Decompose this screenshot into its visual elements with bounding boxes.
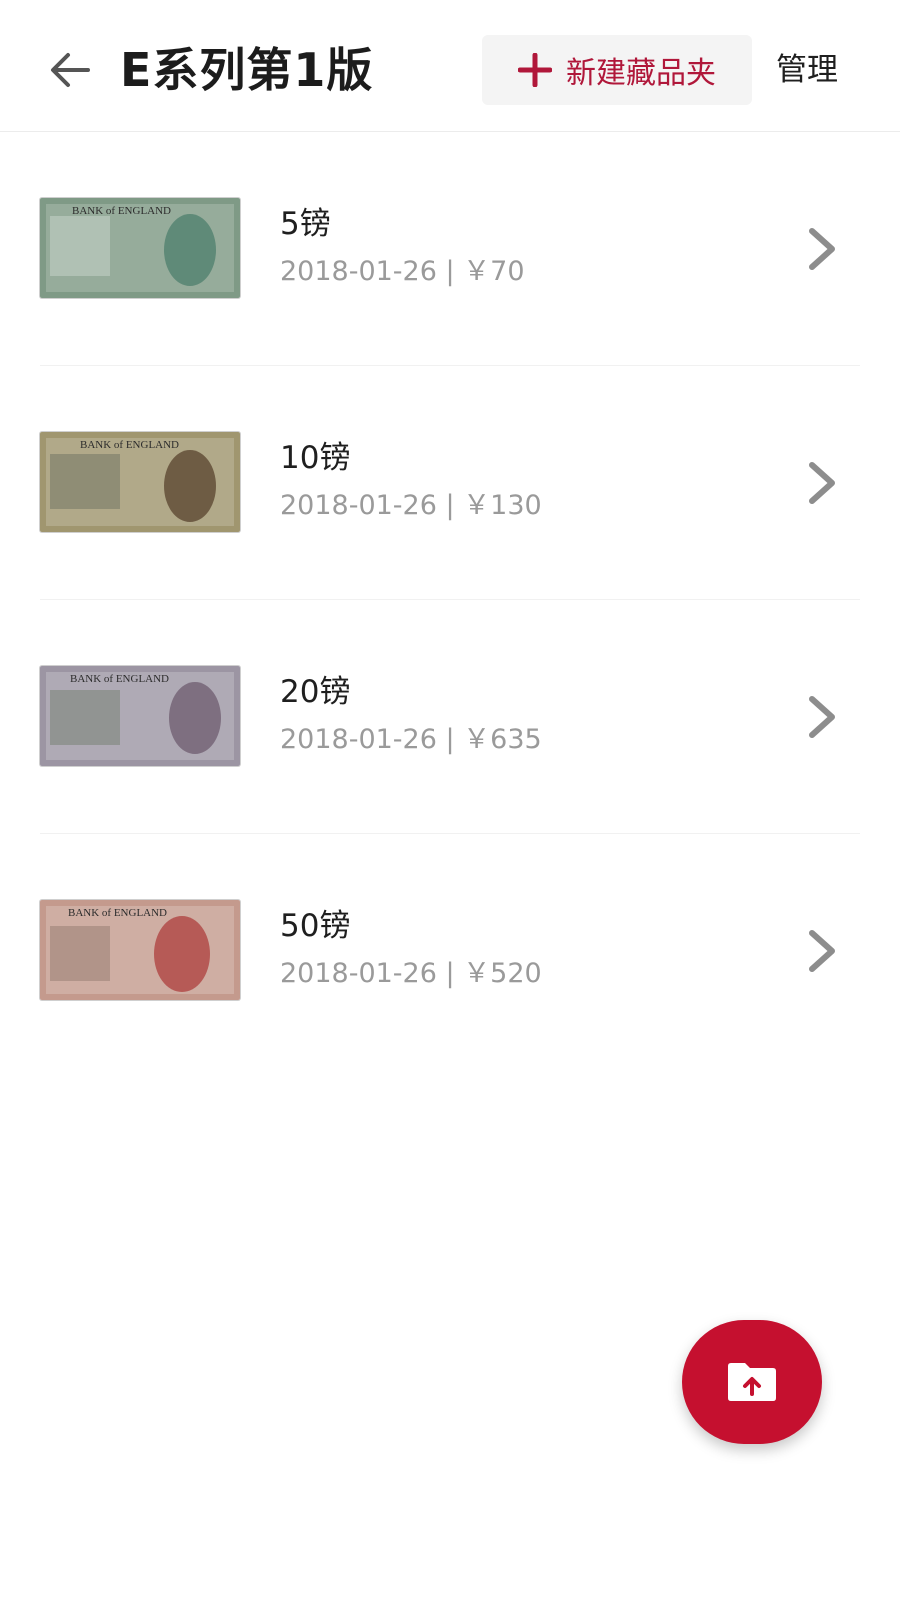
list-item[interactable]: BANK of ENGLAND 20镑 2018-01-26 | ￥635: [0, 600, 900, 834]
chevron-right-icon: [800, 690, 844, 744]
item-name: 20镑: [280, 674, 351, 710]
item-name: 10镑: [280, 440, 351, 476]
item-meta: 2018-01-26 | ￥130: [280, 490, 542, 521]
chevron-right-icon: [800, 924, 844, 978]
item-name: 50镑: [280, 908, 351, 944]
page-title: E系列第1版: [120, 43, 374, 97]
item-name: 5镑: [280, 206, 331, 242]
chevron-right-icon: [800, 222, 844, 276]
upload-folder-fab[interactable]: [682, 1320, 822, 1444]
list-item[interactable]: BANK of ENGLAND 50镑 2018-01-26 | ￥520: [0, 834, 900, 1068]
banknote-list: BANK of ENGLAND 5镑 2018-01-26 | ￥70 BANK…: [0, 132, 900, 1068]
list-item[interactable]: BANK of ENGLAND 5镑 2018-01-26 | ￥70: [0, 132, 900, 366]
banknote-thumbnail: BANK of ENGLAND: [40, 198, 240, 298]
plus-icon: [518, 53, 552, 87]
banknote-thumbnail: BANK of ENGLAND: [40, 900, 240, 1000]
banknote-thumbnail: BANK of ENGLAND: [40, 432, 240, 532]
new-folder-button[interactable]: 新建藏品夹: [482, 35, 752, 105]
list-item[interactable]: BANK of ENGLAND 10镑 2018-01-26 | ￥130: [0, 366, 900, 600]
item-meta: 2018-01-26 | ￥520: [280, 958, 542, 989]
banknote-thumbnail: BANK of ENGLAND: [40, 666, 240, 766]
svg-text:BANK of ENGLAND: BANK of ENGLAND: [68, 907, 167, 919]
item-meta: 2018-01-26 | ￥70: [280, 256, 525, 287]
arrow-left-icon: [51, 53, 90, 87]
new-folder-label: 新建藏品夹: [566, 56, 716, 91]
back-button[interactable]: [40, 42, 100, 98]
manage-button[interactable]: 管理: [776, 45, 838, 95]
svg-text:BANK of ENGLAND: BANK of ENGLAND: [80, 439, 179, 451]
item-meta: 2018-01-26 | ￥635: [280, 724, 542, 755]
folder-upload-icon: [728, 1363, 776, 1401]
svg-text:BANK of ENGLAND: BANK of ENGLAND: [70, 673, 169, 685]
chevron-right-icon: [800, 456, 844, 510]
svg-text:BANK of ENGLAND: BANK of ENGLAND: [72, 205, 171, 217]
app-header: E系列第1版 新建藏品夹 管理: [0, 0, 900, 132]
